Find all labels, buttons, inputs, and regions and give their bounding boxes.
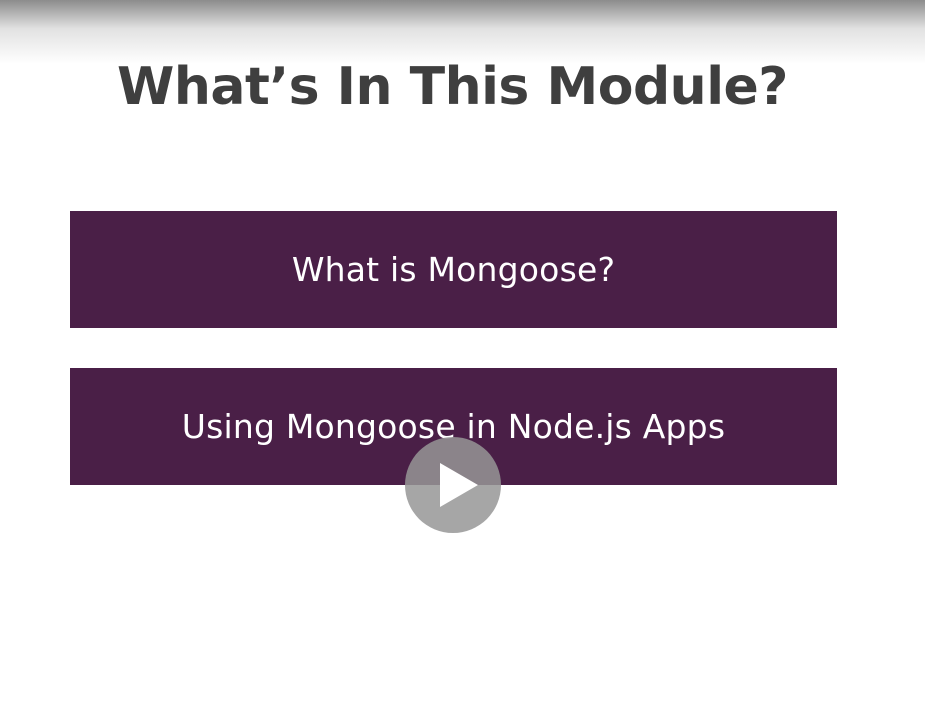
play-icon xyxy=(440,463,478,507)
play-button[interactable] xyxy=(405,437,501,533)
topic-label: What is Mongoose? xyxy=(291,250,616,289)
slide-title: What’s In This Module? xyxy=(117,57,788,117)
topic-box-what-is-mongoose: What is Mongoose? xyxy=(70,211,837,328)
